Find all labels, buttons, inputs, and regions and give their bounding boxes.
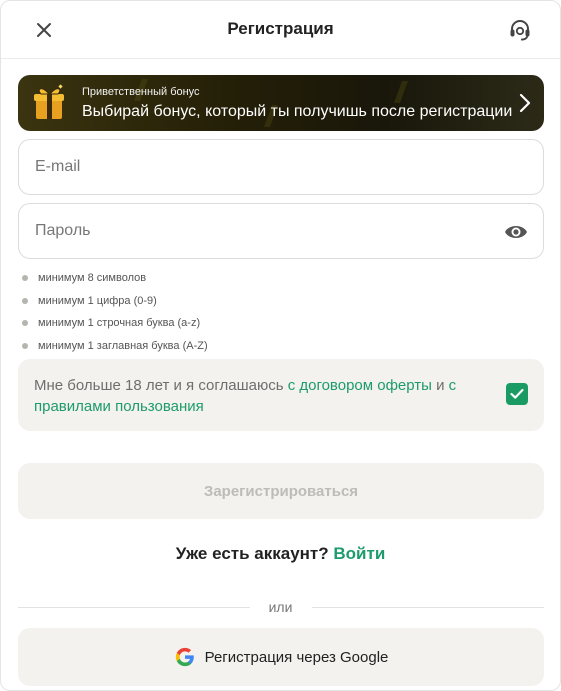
password-requirements: минимум 8 символов минимум 1 цифра (0-9)… xyxy=(22,267,208,357)
offer-link[interactable]: с договором оферты xyxy=(288,377,432,394)
show-password-button[interactable] xyxy=(503,220,529,244)
welcome-bonus-banner[interactable]: Приветственный бонус Выбирай бонус, кото… xyxy=(18,75,544,131)
divider-label: или xyxy=(268,599,293,615)
bonus-text: Выбирай бонус, который ты получишь после… xyxy=(82,103,513,120)
eye-icon xyxy=(505,226,527,238)
login-question: Уже есть аккаунт? xyxy=(175,544,329,563)
support-button[interactable] xyxy=(506,16,534,44)
registration-modal: Регистрация Приветственный бонус Выбирай… xyxy=(0,0,561,691)
rule-text: минимум 1 заглавная буква (A-Z) xyxy=(38,339,208,352)
chevron-right-icon xyxy=(519,93,531,113)
password-input[interactable] xyxy=(35,204,475,258)
rule-text: минимум 8 символов xyxy=(38,272,147,285)
page-title: Регистрация xyxy=(227,19,334,38)
list-item: минимум 8 символов xyxy=(22,267,208,290)
bullet-dot xyxy=(22,297,28,304)
list-item: минимум 1 строчная буква (a-z) xyxy=(22,312,208,335)
google-button-label: Регистрация через Google xyxy=(204,648,389,666)
rule-text: минимум 1 строчная буква (a-z) xyxy=(38,317,201,330)
agreement-middle: и xyxy=(431,377,449,394)
gift-icon xyxy=(34,84,64,119)
password-field[interactable] xyxy=(18,203,544,259)
checkmark-icon xyxy=(510,388,524,399)
rule-text: минимум 1 цифра (0-9) xyxy=(38,294,157,307)
agreement-prefix: Мне больше 18 лет и я соглашаюсь xyxy=(34,377,288,394)
support-headset-icon xyxy=(510,20,530,41)
modal-header: Регистрация xyxy=(1,1,560,59)
terms-agreement: Мне больше 18 лет и я соглашаюсь с догов… xyxy=(18,359,544,431)
email-field[interactable] xyxy=(18,139,544,195)
google-signup-button[interactable]: Регистрация через Google xyxy=(18,628,544,686)
register-button[interactable]: Зарегистрироваться xyxy=(18,463,544,519)
bullet-dot xyxy=(22,320,28,327)
login-link[interactable]: Войти xyxy=(333,544,385,563)
agree-checkbox[interactable] xyxy=(506,383,528,405)
list-item: минимум 1 заглавная буква (A-Z) xyxy=(22,335,208,358)
bonus-kicker: Приветственный бонус xyxy=(82,86,200,98)
login-prompt: Уже есть аккаунт? Войти xyxy=(1,544,560,564)
banner-decoration xyxy=(393,81,409,103)
agreement-text: Мне больше 18 лет и я соглашаюсь с догов… xyxy=(34,375,494,417)
list-item: минимум 1 цифра (0-9) xyxy=(22,290,208,313)
email-input[interactable] xyxy=(35,140,475,194)
bullet-dot xyxy=(22,275,28,282)
google-icon xyxy=(175,647,194,667)
bullet-dot xyxy=(22,342,28,349)
